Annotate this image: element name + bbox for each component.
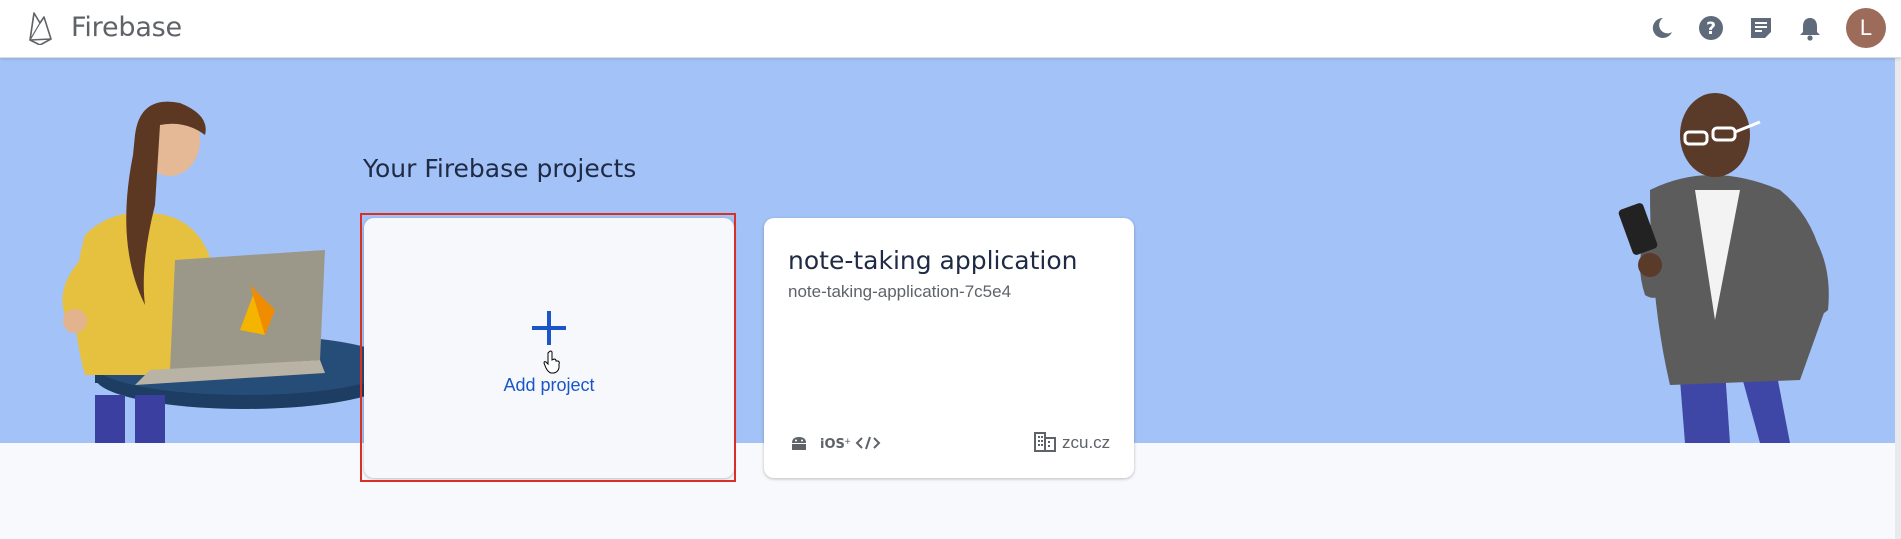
woman-with-laptop-illustration <box>62 101 365 443</box>
plus-icon[interactable] <box>530 309 568 347</box>
vertical-scrollbar[interactable] <box>1895 58 1901 539</box>
projects-section-title: Your Firebase projects <box>363 154 637 183</box>
svg-text:+: + <box>844 437 850 447</box>
hand-pointer-cursor-icon <box>543 350 560 374</box>
top-app-bar: Firebase ? L <box>0 0 1901 58</box>
project-name[interactable]: note-taking application <box>788 246 1077 275</box>
man-with-phone-illustration <box>1618 93 1829 443</box>
svg-text:iOS: iOS <box>820 437 845 452</box>
organization-label: zcu.cz <box>1062 433 1111 452</box>
account-avatar[interactable]: L <box>1846 8 1886 48</box>
release-notes-icon[interactable] <box>1747 14 1775 42</box>
project-id: note-taking-application-7c5e4 <box>788 282 1012 301</box>
organization-icon <box>1034 432 1056 452</box>
brand-title[interactable]: Firebase <box>71 12 182 43</box>
notifications-icon[interactable] <box>1796 14 1824 42</box>
add-project-card[interactable] <box>364 218 734 478</box>
firebase-logo-icon[interactable] <box>26 9 54 45</box>
dark-mode-icon[interactable] <box>1648 14 1676 42</box>
add-project-label[interactable]: Add project <box>364 375 734 396</box>
help-icon[interactable]: ? <box>1697 14 1725 42</box>
ios-icon: iOS + <box>820 437 850 452</box>
svg-text:?: ? <box>1706 19 1716 39</box>
android-icon <box>792 437 806 450</box>
web-icon <box>855 436 881 450</box>
